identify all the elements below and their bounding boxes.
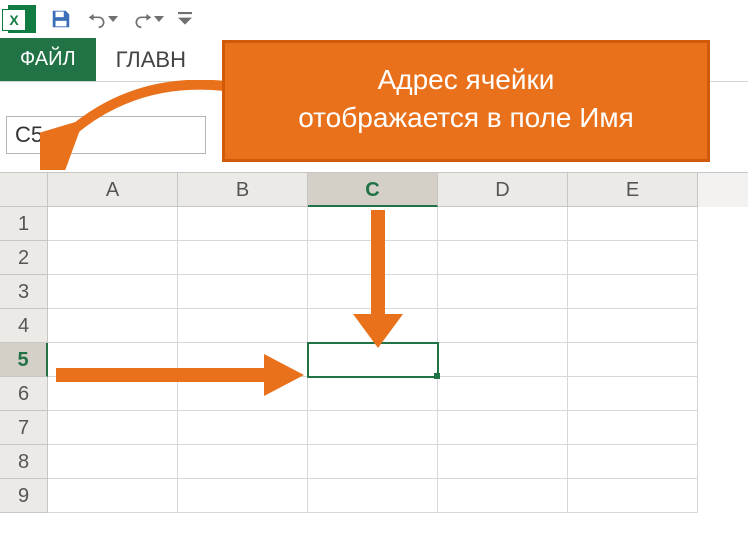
cell[interactable] [438, 479, 568, 513]
undo-icon [86, 9, 108, 29]
cell[interactable] [308, 479, 438, 513]
column-header-a[interactable]: A [48, 173, 178, 207]
cell[interactable] [178, 445, 308, 479]
cell[interactable] [568, 343, 698, 377]
cell[interactable] [178, 411, 308, 445]
cell[interactable] [438, 309, 568, 343]
cell[interactable] [438, 241, 568, 275]
cell[interactable] [48, 309, 178, 343]
cell[interactable] [48, 479, 178, 513]
column-headers: A B C D E [0, 173, 748, 207]
cell[interactable] [48, 377, 178, 411]
cell[interactable] [308, 241, 438, 275]
excel-logo-icon [8, 5, 36, 33]
column-header-e[interactable]: E [568, 173, 698, 207]
row-header-8[interactable]: 8 [0, 445, 48, 479]
dropdown-icon [154, 14, 164, 24]
chevron-down-icon [178, 12, 192, 26]
cell[interactable] [48, 411, 178, 445]
cell[interactable] [308, 275, 438, 309]
cell[interactable] [568, 207, 698, 241]
redo-button[interactable] [132, 9, 164, 29]
tab-home[interactable]: ГЛАВН [96, 38, 206, 81]
column-header-d[interactable]: D [438, 173, 568, 207]
save-icon [50, 8, 72, 30]
cell[interactable] [308, 445, 438, 479]
cell[interactable] [308, 207, 438, 241]
customize-qat-button[interactable] [178, 12, 192, 26]
row-header-6[interactable]: 6 [0, 377, 48, 411]
row-header-2[interactable]: 2 [0, 241, 48, 275]
cell[interactable] [438, 207, 568, 241]
cell[interactable] [48, 207, 178, 241]
cell[interactable] [568, 377, 698, 411]
cell[interactable] [568, 241, 698, 275]
cell[interactable] [308, 411, 438, 445]
cell[interactable] [178, 309, 308, 343]
cell[interactable] [438, 275, 568, 309]
cell[interactable] [308, 377, 438, 411]
cell[interactable] [48, 275, 178, 309]
cell[interactable] [178, 207, 308, 241]
cell[interactable] [178, 343, 308, 377]
tab-file[interactable]: ФАЙЛ [0, 38, 96, 81]
cell[interactable] [48, 241, 178, 275]
column-header-c[interactable]: C [308, 173, 438, 207]
cell[interactable] [308, 309, 438, 343]
row-header-9[interactable]: 9 [0, 479, 48, 513]
cell[interactable] [568, 445, 698, 479]
column-header-b[interactable]: B [178, 173, 308, 207]
select-all-corner[interactable] [0, 173, 48, 207]
row-header-4[interactable]: 4 [0, 309, 48, 343]
dropdown-icon [108, 14, 118, 24]
name-box-input[interactable] [6, 116, 206, 154]
callout-line1: Адрес ячейки [245, 61, 687, 99]
cell[interactable] [438, 377, 568, 411]
cell[interactable] [178, 241, 308, 275]
redo-icon [132, 9, 154, 29]
cell[interactable] [438, 343, 568, 377]
row-header-3[interactable]: 3 [0, 275, 48, 309]
cell[interactable] [178, 275, 308, 309]
row-header-1[interactable]: 1 [0, 207, 48, 241]
row-header-7[interactable]: 7 [0, 411, 48, 445]
callout-box: Адрес ячейки отображается в поле Имя [222, 40, 710, 162]
cell[interactable] [438, 445, 568, 479]
cell[interactable] [568, 309, 698, 343]
cell[interactable] [568, 411, 698, 445]
cell[interactable] [438, 411, 568, 445]
spreadsheet-grid: A B C D E 1 2 3 4 5 6 7 8 9 [0, 172, 748, 513]
grid-rows: 1 2 3 4 5 6 7 8 9 [0, 207, 748, 513]
cell[interactable] [178, 377, 308, 411]
active-cell[interactable] [308, 343, 438, 377]
cell[interactable] [178, 479, 308, 513]
cell[interactable] [48, 343, 178, 377]
cell[interactable] [568, 479, 698, 513]
quick-access-toolbar [0, 0, 748, 38]
cell[interactable] [48, 445, 178, 479]
cell[interactable] [568, 275, 698, 309]
row-header-5[interactable]: 5 [0, 343, 48, 377]
callout-line2: отображается в поле Имя [245, 99, 687, 137]
save-button[interactable] [50, 8, 72, 30]
undo-button[interactable] [86, 9, 118, 29]
